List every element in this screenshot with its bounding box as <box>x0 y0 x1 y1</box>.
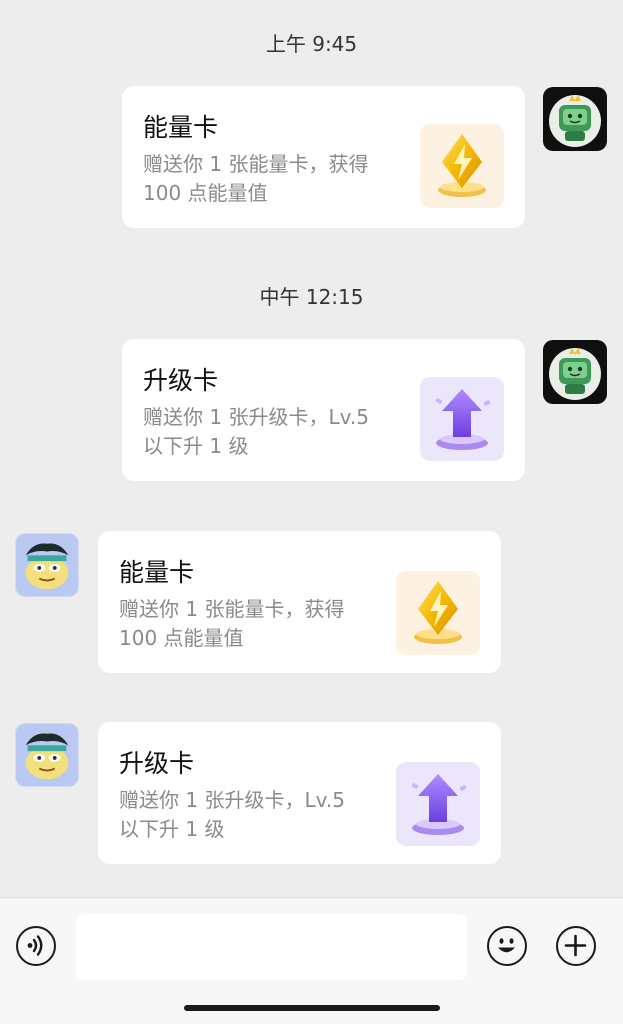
voice-icon[interactable] <box>16 926 56 966</box>
frog-avatar[interactable] <box>15 533 79 597</box>
robot-avatar[interactable] <box>543 87 607 151</box>
energy-card-message[interactable]: 能量卡 赠送你 1 张能量卡，获得 100 点能量值 <box>98 531 501 673</box>
card-description: 赠送你 1 张能量卡，获得 100 点能量值 <box>119 597 345 650</box>
upgrade-card-message[interactable]: 升级卡 赠送你 1 张升级卡，Lv.5 以下升 1 级 <box>122 339 525 481</box>
upgrade-card-message[interactable]: 升级卡 赠送你 1 张升级卡，Lv.5 以下升 1 级 <box>98 722 501 864</box>
timestamp: 中午 12:15 <box>259 285 364 309</box>
card-title: 能量卡 <box>119 558 195 587</box>
timestamp: 上午 9:45 <box>265 32 358 56</box>
energy-card-icon <box>396 571 480 655</box>
energy-card-message[interactable]: 能量卡 赠送你 1 张能量卡，获得 100 点能量值 <box>122 86 525 228</box>
robot-avatar[interactable] <box>543 340 607 404</box>
emoji-icon[interactable] <box>487 926 527 966</box>
frog-avatar[interactable] <box>15 723 79 787</box>
upgrade-card-icon <box>420 377 504 461</box>
card-description: 赠送你 1 张升级卡，Lv.5 以下升 1 级 <box>119 788 345 841</box>
energy-card-icon <box>420 124 504 208</box>
card-title: 升级卡 <box>119 749 195 778</box>
card-description: 赠送你 1 张升级卡，Lv.5 以下升 1 级 <box>143 405 369 458</box>
message-input[interactable] <box>76 914 467 980</box>
card-title: 能量卡 <box>143 113 219 142</box>
card-title: 升级卡 <box>143 366 219 395</box>
plus-icon[interactable] <box>556 926 596 966</box>
home-indicator[interactable] <box>184 1005 440 1011</box>
upgrade-card-icon <box>396 762 480 846</box>
card-description: 赠送你 1 张能量卡，获得 100 点能量值 <box>143 152 369 205</box>
